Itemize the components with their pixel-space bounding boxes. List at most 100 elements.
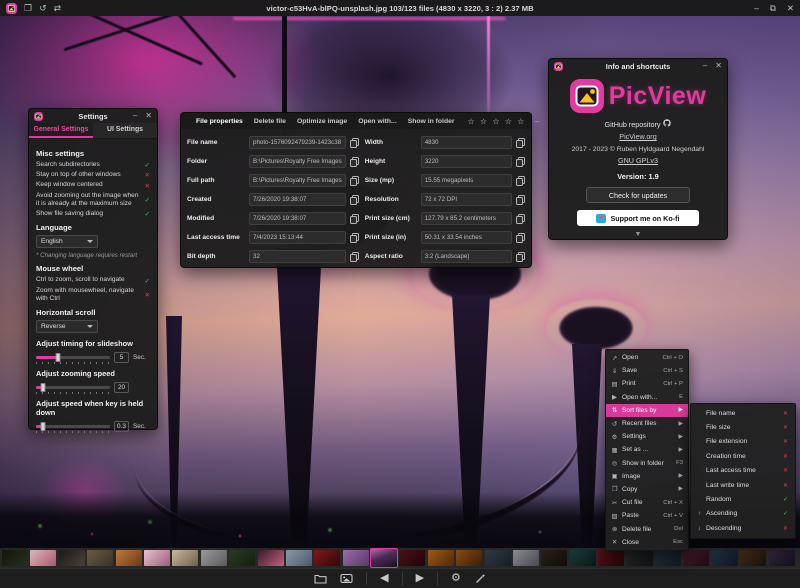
- copy-icon[interactable]: [516, 252, 525, 262]
- thumbnail[interactable]: [286, 550, 312, 566]
- context-menu-item[interactable]: ⊗ Delete file Del: [606, 522, 688, 535]
- thumbnail[interactable]: [627, 550, 653, 566]
- thumbnail[interactable]: [456, 550, 482, 566]
- context-menu-item[interactable]: ❐ Copy ▶: [606, 483, 688, 496]
- thumbnail[interactable]: [59, 550, 85, 566]
- slider-thumb[interactable]: [41, 422, 46, 431]
- close-button[interactable]: ✕: [787, 3, 794, 14]
- copy-icon[interactable]: [350, 233, 359, 243]
- slider-thumb[interactable]: [41, 383, 46, 392]
- toggle-state-icon[interactable]: ✕: [145, 291, 150, 299]
- thumbnail[interactable]: [513, 550, 539, 566]
- context-menu-item[interactable]: ✂ Cut file Ctrl + X: [606, 496, 688, 509]
- property-value-field[interactable]: 7/4/2023 15:13:44: [249, 231, 346, 244]
- property-value-field[interactable]: 3:2 (Landscape): [421, 250, 512, 263]
- properties-tab[interactable]: Optimize image: [297, 118, 347, 125]
- property-value-field[interactable]: 7/26/2020 19:38:07: [249, 212, 346, 225]
- properties-titlebar[interactable]: File properties Delete file Optimize image…: [181, 113, 531, 129]
- slider-thumb[interactable]: [56, 353, 61, 362]
- thumbnail[interactable]: [258, 550, 284, 566]
- copy-icon[interactable]: [516, 138, 525, 148]
- settings-tab[interactable]: UI Settings: [93, 123, 157, 138]
- setting-toggle-row[interactable]: Zoom with mousewheel, navigate with Ctrl…: [36, 287, 150, 303]
- copy-icon[interactable]: [516, 157, 525, 167]
- effects-wand-icon[interactable]: [474, 573, 486, 585]
- sort-submenu-item[interactable]: Last access time ✕: [691, 464, 795, 478]
- properties-tab[interactable]: Open with...: [358, 118, 397, 125]
- setting-toggle-row[interactable]: Ctrl to zoom, scroll to navigate ✓: [36, 276, 150, 284]
- sort-submenu-item[interactable]: ↓ Descending ✕: [691, 521, 795, 535]
- picview-org-link[interactable]: PicView.org: [619, 132, 656, 141]
- context-menu-item[interactable]: ✕ Close Esc: [606, 536, 688, 549]
- thumbnail[interactable]: [144, 550, 170, 566]
- context-menu-item[interactable]: ⚙ Settings ▶: [606, 430, 688, 443]
- sort-submenu-item[interactable]: File size ✕: [691, 420, 795, 434]
- flip-icon[interactable]: ⇄: [54, 4, 62, 13]
- copy-icon[interactable]: [516, 233, 525, 243]
- close-button[interactable]: ✕: [715, 59, 722, 73]
- properties-tab[interactable]: File properties: [196, 118, 243, 125]
- context-menu-item[interactable]: ↗ Open Ctrl + O: [606, 351, 688, 364]
- thumbnail[interactable]: [229, 550, 255, 566]
- toggle-state-icon[interactable]: ✕: [145, 182, 150, 190]
- slider-track[interactable]: [36, 425, 110, 428]
- copy-icon[interactable]: [350, 195, 359, 205]
- github-repository-link[interactable]: GitHub repository: [605, 119, 672, 129]
- property-value-field[interactable]: B:\Pictures\Royalty Free Images: [249, 174, 346, 187]
- slider-track[interactable]: [36, 356, 110, 359]
- thumbnail[interactable]: [712, 550, 738, 566]
- sort-submenu-item[interactable]: ↑ Ascending ✓: [691, 507, 795, 521]
- thumbnail-strip[interactable]: [0, 548, 800, 568]
- property-value-field[interactable]: 4830: [421, 136, 512, 149]
- context-menu-item[interactable]: ▧ Paste Ctrl + V: [606, 509, 688, 522]
- thumbnail[interactable]: [541, 550, 567, 566]
- thumbnail[interactable]: [485, 550, 511, 566]
- context-menu-item[interactable]: ▣ Image ▶: [606, 470, 688, 483]
- copy-icon[interactable]: [350, 176, 359, 186]
- sort-submenu-item[interactable]: File extension ✕: [691, 435, 795, 449]
- close-button[interactable]: ✕: [145, 109, 152, 123]
- check-for-updates-button[interactable]: Check for updates: [586, 187, 690, 203]
- setting-toggle-row[interactable]: Keep window centered ✕: [36, 181, 150, 189]
- slider-value[interactable]: 5: [114, 352, 129, 363]
- thumbnail[interactable]: [116, 550, 142, 566]
- toggle-state-icon[interactable]: ✓: [145, 196, 150, 204]
- expand-shortcuts-arrow[interactable]: ▼: [635, 231, 642, 238]
- open-folder-icon[interactable]: [314, 573, 327, 584]
- property-value-field[interactable]: 15.55 megapixels: [421, 174, 512, 187]
- minimize-button[interactable]: –: [754, 3, 759, 14]
- slider-value[interactable]: 20: [114, 382, 129, 393]
- toggle-state-icon[interactable]: ✕: [145, 171, 150, 179]
- thumbnail[interactable]: [201, 550, 227, 566]
- copy-icon[interactable]: [516, 176, 525, 186]
- toggle-state-icon[interactable]: ✓: [145, 161, 150, 169]
- copy-icon[interactable]: [516, 214, 525, 224]
- context-menu-item[interactable]: ⇓ Save Ctrl + S: [606, 364, 688, 377]
- property-value-field[interactable]: 72 x 72 DPI: [421, 193, 512, 206]
- context-menu-item[interactable]: ▦ Set as ... ▶: [606, 443, 688, 456]
- star-rating[interactable]: ☆ ☆ ☆ ☆ ☆: [468, 117, 526, 126]
- thumbnail[interactable]: [655, 550, 681, 566]
- properties-tab[interactable]: Delete file: [254, 118, 286, 125]
- next-button[interactable]: ▶: [416, 573, 424, 584]
- thumbnail[interactable]: [769, 550, 795, 566]
- thumbnail[interactable]: [740, 550, 766, 566]
- minimize-button[interactable]: –: [133, 109, 137, 123]
- property-value-field[interactable]: 7/26/2020 19:38:07: [249, 193, 346, 206]
- property-value-field[interactable]: 3220: [421, 155, 512, 168]
- settings-tab[interactable]: General Settings: [29, 123, 93, 138]
- context-menu-item[interactable]: ◎ Show in folder F3: [606, 457, 688, 470]
- property-value-field[interactable]: B:\Pictures\Royalty Free Images: [249, 155, 346, 168]
- language-dropdown[interactable]: English: [36, 235, 98, 248]
- rotate-icon[interactable]: ↺: [39, 4, 47, 13]
- thumbnail[interactable]: [399, 550, 425, 566]
- thumbnail[interactable]: [2, 550, 28, 566]
- gallery-icon[interactable]: ❐: [24, 4, 32, 13]
- properties-tab[interactable]: Show in folder: [408, 118, 455, 125]
- thumbnail[interactable]: [570, 550, 596, 566]
- restore-button[interactable]: ⧉: [770, 3, 776, 14]
- kofi-support-button[interactable]: ♥ Support me on Ko-fi: [577, 210, 699, 226]
- context-menu-item[interactable]: ↺ Recent files ▶: [606, 417, 688, 430]
- horizontal-scroll-dropdown[interactable]: Reverse: [36, 320, 98, 333]
- minimize-button[interactable]: –: [703, 59, 707, 73]
